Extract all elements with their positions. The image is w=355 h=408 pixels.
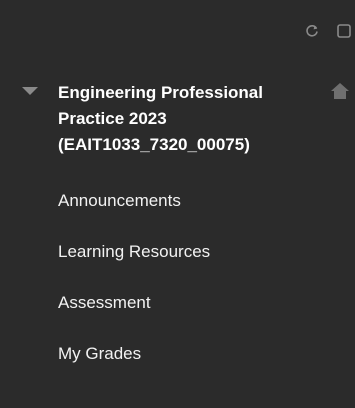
menu-item-label: Assessment [58, 293, 151, 312]
course-menu-panel: Engineering Professional Practice 2023 (… [0, 0, 355, 408]
course-title-line-1: Engineering Professional [58, 83, 263, 102]
menu-item-learning-resources[interactable]: Learning Resources [58, 241, 210, 292]
menu-item-announcements[interactable]: Announcements [58, 190, 210, 241]
menu-item-label: Learning Resources [58, 242, 211, 261]
home-icon[interactable] [330, 82, 350, 100]
refresh-icon[interactable] [305, 24, 319, 38]
course-menu: Announcements Learning Resources Assessm… [58, 190, 210, 394]
panel-toolbar [295, 10, 355, 38]
menu-item-assessment[interactable]: Assessment [58, 292, 210, 343]
square-icon[interactable] [337, 24, 351, 38]
menu-item-label: My Grades [58, 344, 142, 363]
course-title-line-3: (EAIT1033_7320_00075) [58, 135, 250, 154]
course-title[interactable]: Engineering Professional Practice 2023 (… [58, 80, 338, 158]
collapse-triangle-icon[interactable] [20, 83, 40, 99]
menu-item-label: Announcements [58, 191, 181, 210]
menu-item-my-grades[interactable]: My Grades [58, 343, 210, 394]
course-title-line-2: Practice 2023 [58, 109, 167, 128]
